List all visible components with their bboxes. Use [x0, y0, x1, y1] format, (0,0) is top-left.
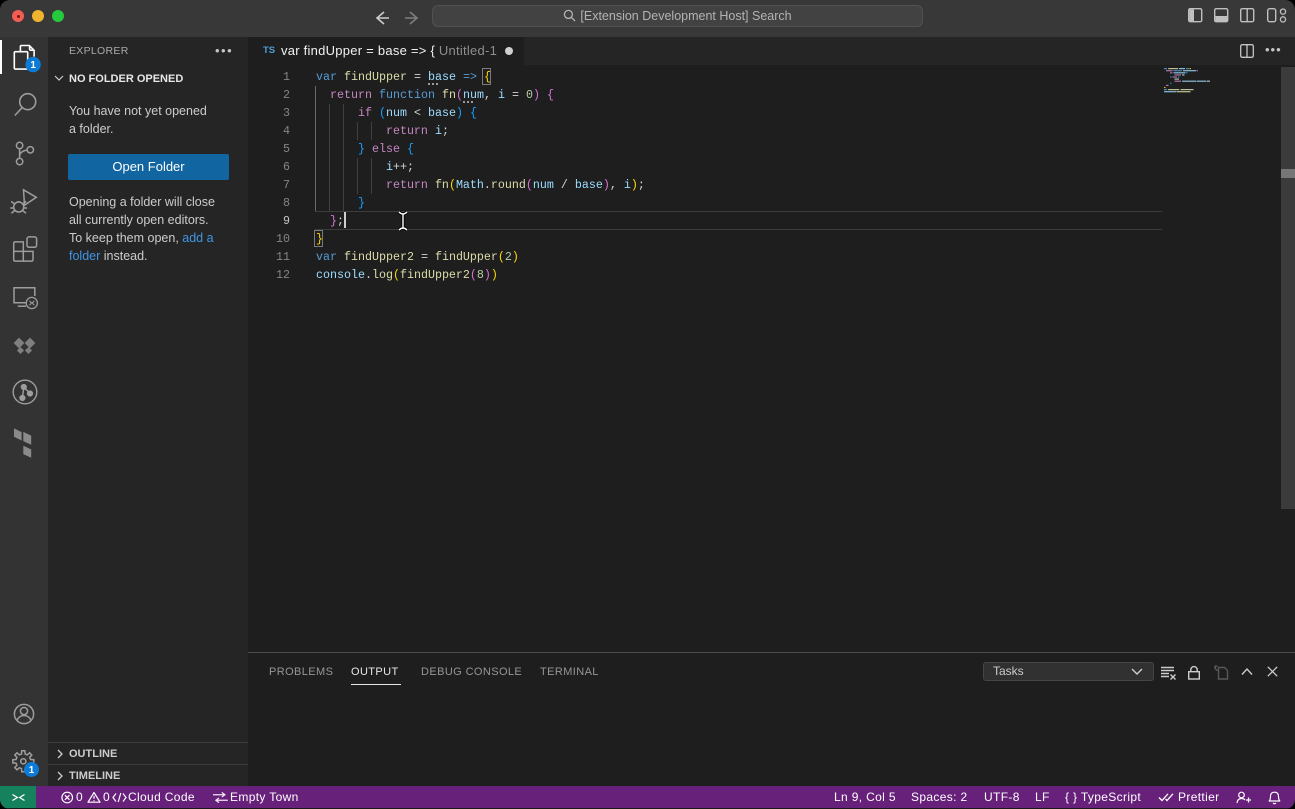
svg-text:1: 1 — [30, 60, 36, 71]
svg-text:1: 1 — [29, 765, 35, 776]
